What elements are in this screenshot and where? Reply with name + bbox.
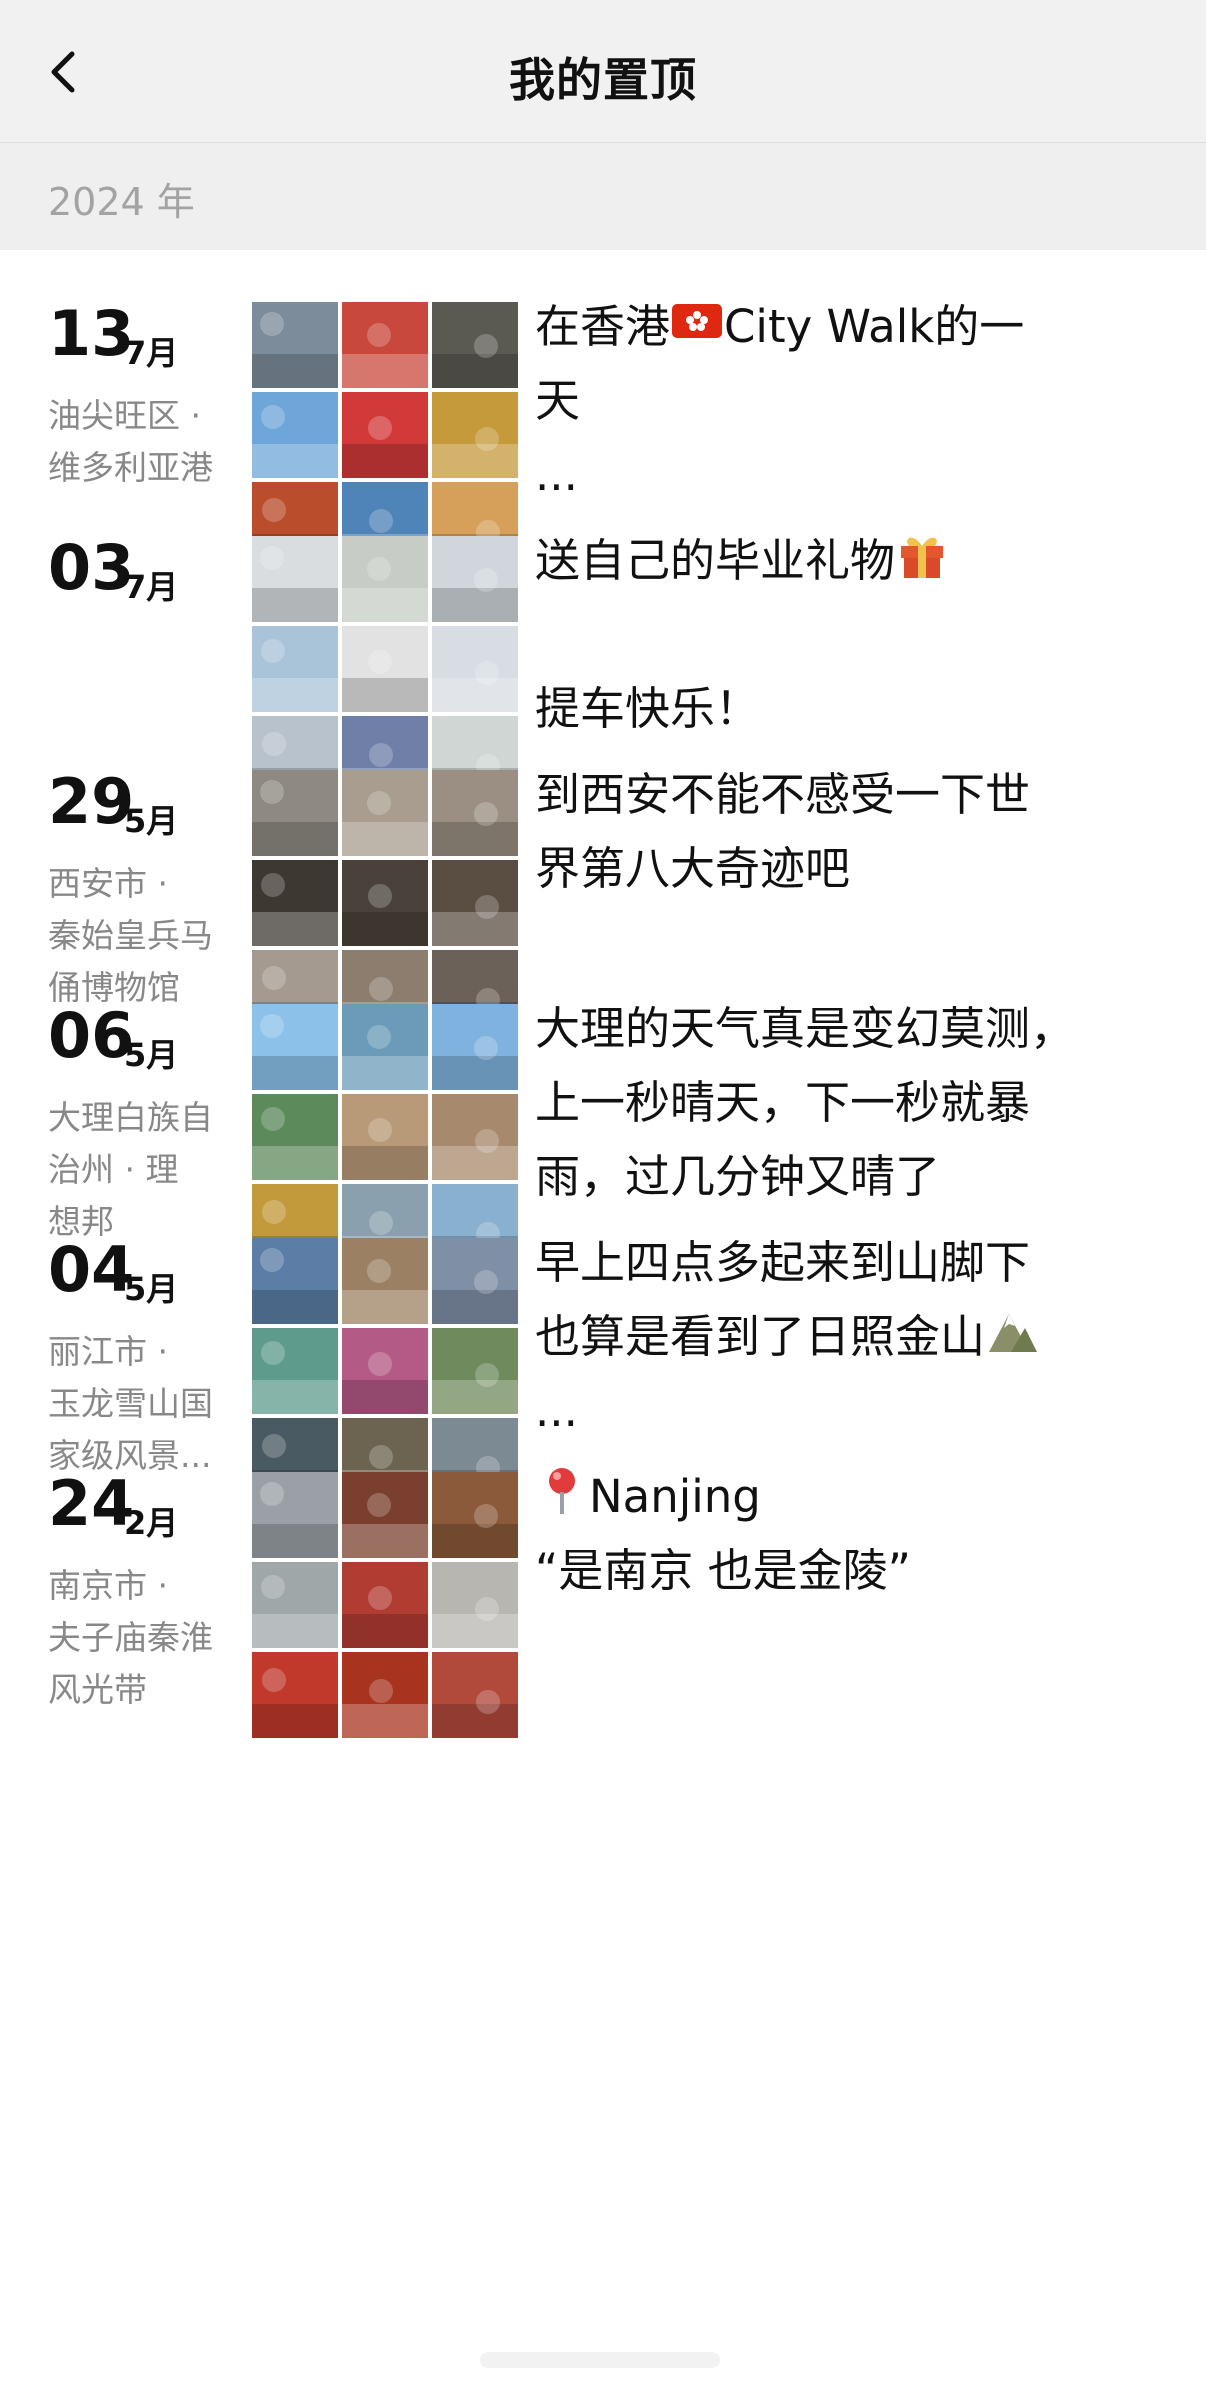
post-day: 06 bbox=[48, 999, 135, 1072]
post-text-line: 到西安不能不感受一下世 bbox=[535, 768, 1031, 821]
mountain-icon bbox=[989, 1314, 1038, 1352]
photo-thumbnail[interactable] bbox=[252, 626, 338, 712]
photo-thumbnail[interactable] bbox=[252, 1238, 338, 1324]
photo-thumbnail[interactable] bbox=[342, 1328, 428, 1414]
photo-thumbnail[interactable] bbox=[432, 1562, 518, 1648]
photo-thumbnail[interactable] bbox=[432, 1004, 518, 1090]
photo-thumbnail[interactable] bbox=[432, 1472, 518, 1558]
post-text: 大理的天气真是变幻莫测， 上一秒晴天，下一秒就暴 雨，过几分钟又晴了 bbox=[535, 992, 1135, 1214]
location-line: 丽江市 · bbox=[48, 1332, 168, 1371]
photo-thumbnail[interactable] bbox=[252, 392, 338, 478]
post-text-line: 也算是看到了日照金山 bbox=[535, 1300, 1135, 1374]
post-month: 5月 bbox=[124, 1036, 179, 1074]
post-day: 13 bbox=[48, 297, 135, 370]
post-day: 24 bbox=[48, 1467, 135, 1540]
year-label: 2024 年 bbox=[48, 180, 195, 224]
post-text-line: 早上四点多起来到山脚下 bbox=[535, 1236, 1031, 1289]
home-indicator bbox=[480, 2352, 720, 2368]
location-line: 南京市 · bbox=[48, 1566, 168, 1605]
nav-bar: 我的置顶 bbox=[0, 0, 1206, 143]
post-month: 5月 bbox=[124, 1270, 179, 1308]
post-text: 到西安不能不感受一下世 界第八大奇迹吧 bbox=[535, 758, 1135, 906]
photo-thumbnail[interactable] bbox=[252, 302, 338, 388]
post-text: 早上四点多起来到山脚下 也算是看到了日照金山... bbox=[535, 1226, 1135, 1448]
post-text-line: 送自己的毕业礼物 bbox=[535, 524, 1135, 598]
location-line: 夫子庙秦淮 bbox=[48, 1618, 213, 1657]
location-line: 大理白族自 bbox=[48, 1098, 213, 1137]
post-text: 送自己的毕业礼物 提车快乐！ bbox=[535, 524, 1135, 746]
post-text-line bbox=[535, 598, 1135, 672]
year-section-header: 2024 年 bbox=[0, 143, 1206, 250]
photo-thumbnail[interactable] bbox=[432, 1238, 518, 1324]
post-text: 在香港 City Walk的一天... bbox=[535, 290, 1135, 512]
post-month: 7月 bbox=[124, 334, 179, 372]
photo-thumbnail[interactable] bbox=[252, 770, 338, 856]
post-day: 29 bbox=[48, 765, 135, 838]
photo-thumbnail[interactable] bbox=[342, 1562, 428, 1648]
post-month: 5月 bbox=[124, 802, 179, 840]
pinned-post[interactable]: 04 5月 丽江市 · 玉龙雪山国 家级风景... 早上四点多起来到山脚下 也算是看到了日照… bbox=[0, 1186, 1206, 1504]
photo-thumbnail[interactable] bbox=[432, 302, 518, 388]
page-title: 我的置顶 bbox=[509, 53, 697, 107]
photo-thumbnail[interactable] bbox=[342, 1094, 428, 1180]
photo-thumbnail[interactable] bbox=[432, 1328, 518, 1414]
photo-thumbnail[interactable] bbox=[342, 1472, 428, 1558]
photo-thumbnail[interactable] bbox=[432, 536, 518, 622]
post-text-line: 大理的天气真是变幻莫测， bbox=[535, 1002, 1076, 1055]
post-location: 南京市 · 夫子庙秦淮风光带 bbox=[48, 1560, 233, 1716]
photo-thumbnail[interactable] bbox=[432, 860, 518, 946]
photo-thumbnail[interactable] bbox=[432, 392, 518, 478]
photo-thumbnail[interactable] bbox=[342, 770, 428, 856]
post-text-line: Nanjing bbox=[535, 1460, 1135, 1534]
post-text-line: 上一秒晴天，下一秒就暴 bbox=[535, 1076, 1031, 1129]
photo-thumbnail[interactable] bbox=[252, 860, 338, 946]
photo-thumbnail[interactable] bbox=[342, 302, 428, 388]
post-text-line: 在香港 City Walk的一 bbox=[535, 290, 1135, 364]
pinned-post[interactable]: 24 2月南京市 · 夫子庙秦淮风光带 Nanjing “是南京 也是金陵” bbox=[0, 1420, 1206, 1738]
post-text-line: “是南京 也是金陵” bbox=[535, 1544, 911, 1597]
photo-thumbnail[interactable] bbox=[252, 1472, 338, 1558]
photo-thumbnail[interactable] bbox=[342, 860, 428, 946]
gift-icon bbox=[901, 537, 944, 578]
photo-thumbnail[interactable] bbox=[252, 1652, 338, 1738]
photo-thumbnail[interactable] bbox=[252, 1004, 338, 1090]
post-text-line: 天 bbox=[535, 374, 581, 427]
post-text: Nanjing “是南京 也是金陵” bbox=[535, 1460, 1135, 1608]
post-month: 2月 bbox=[124, 1504, 179, 1542]
post-day: 03 bbox=[48, 531, 135, 604]
photo-thumbnail[interactable] bbox=[252, 1562, 338, 1648]
photo-thumbnail[interactable] bbox=[432, 626, 518, 712]
location-line: 风光带 bbox=[48, 1670, 147, 1709]
location-line: 油尖旺区 · bbox=[48, 396, 201, 435]
pinned-post[interactable]: 13 7月 油尖旺区 · 维多利亚港 在香港 City Walk的一天... bbox=[0, 250, 1206, 568]
photo-thumbnail[interactable] bbox=[432, 770, 518, 856]
post-location: 油尖旺区 · 维多利亚港 bbox=[48, 390, 233, 494]
photo-thumbnail[interactable] bbox=[342, 1004, 428, 1090]
post-month: 7月 bbox=[124, 568, 179, 606]
pin-icon bbox=[549, 1468, 575, 1514]
post-day: 04 bbox=[48, 1233, 135, 1306]
photo-thumbnail[interactable] bbox=[432, 1652, 518, 1738]
photo-thumbnail[interactable] bbox=[252, 536, 338, 622]
photo-thumbnail[interactable] bbox=[432, 1094, 518, 1180]
photo-thumbnail[interactable] bbox=[252, 1328, 338, 1414]
pinned-post[interactable]: 03 7月 送自己的毕业礼物 提车快乐！ bbox=[0, 484, 1206, 802]
photo-thumbnail[interactable] bbox=[342, 392, 428, 478]
location-line: 西安市 · bbox=[48, 864, 168, 903]
pinned-post[interactable]: 29 5月 西安市 · 秦始皇兵马 俑博物馆 到西安不能不感受一下世 界第八大奇迹吧 bbox=[0, 718, 1206, 1036]
photo-thumbnail[interactable] bbox=[252, 1094, 338, 1180]
photo-thumbnail[interactable] bbox=[342, 626, 428, 712]
post-text-line: 界第八大奇迹吧 bbox=[535, 842, 851, 895]
photo-thumbnail[interactable] bbox=[342, 1238, 428, 1324]
pinned-post[interactable]: 06 5月 大理白族自 治州 · 理想邦 大理的天气真是变幻莫测， 上一秒晴天，下一秒就暴… bbox=[0, 952, 1206, 1270]
photo-grid[interactable] bbox=[252, 1472, 518, 1738]
photo-thumbnail[interactable] bbox=[342, 536, 428, 622]
photo-thumbnail[interactable] bbox=[342, 1652, 428, 1738]
hong-kong-flag-icon bbox=[672, 304, 723, 338]
